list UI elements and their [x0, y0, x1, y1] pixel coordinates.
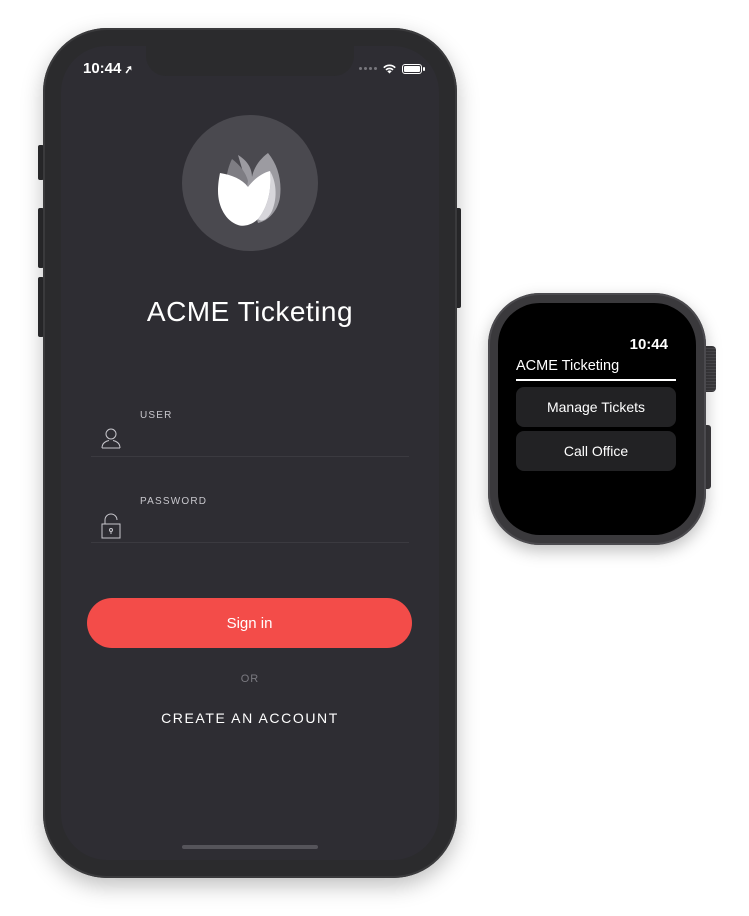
watch-time: 10:44 — [629, 336, 668, 353]
or-separator: OR — [240, 673, 260, 685]
user-icon — [101, 428, 121, 449]
battery-tip — [423, 66, 425, 71]
home-indicator[interactable] — [182, 845, 318, 849]
watch-screen: 10:44 ACME Ticketing Manage Tickets Call… — [498, 303, 696, 535]
apple-watch-device: 10:44 ACME Ticketing Manage Tickets Call… — [488, 293, 706, 545]
user-field: USER — [91, 394, 409, 457]
battery-icon — [402, 63, 422, 74]
cellular-signal-icon — [359, 67, 377, 70]
create-account-link[interactable]: CREATE AN ACCOUNT — [61, 710, 439, 726]
iphone-device: 10:44 ➚ ACME Ticketing USER PASSWORD Sig… — [43, 28, 457, 878]
status-bar-icons — [359, 63, 425, 74]
password-field-label: PASSWORD — [140, 496, 208, 507]
app-title: ACME Ticketing — [146, 296, 354, 327]
password-input[interactable] — [140, 512, 404, 536]
user-input[interactable] — [140, 426, 404, 450]
app-logo — [182, 115, 318, 251]
user-field-label: USER — [140, 410, 173, 421]
wifi-icon — [383, 64, 396, 74]
sign-in-button[interactable]: Sign in — [87, 598, 412, 648]
watch-title-divider — [516, 379, 676, 381]
password-field: PASSWORD — [91, 480, 409, 543]
manage-tickets-button[interactable]: Manage Tickets — [516, 387, 676, 427]
location-arrow-icon: ➚ — [123, 63, 135, 77]
watch-app-title: ACME Ticketing — [516, 358, 620, 374]
call-office-button[interactable]: Call Office — [516, 431, 676, 471]
phone-screen: 10:44 ➚ ACME Ticketing USER PASSWORD Sig… — [61, 46, 439, 860]
status-time-text: 10:44 — [83, 60, 122, 77]
status-bar-time: 10:44 ➚ — [83, 60, 135, 77]
phone-notch — [146, 46, 354, 76]
tulip-logo-icon — [218, 153, 281, 226]
padlock-icon — [101, 513, 121, 539]
